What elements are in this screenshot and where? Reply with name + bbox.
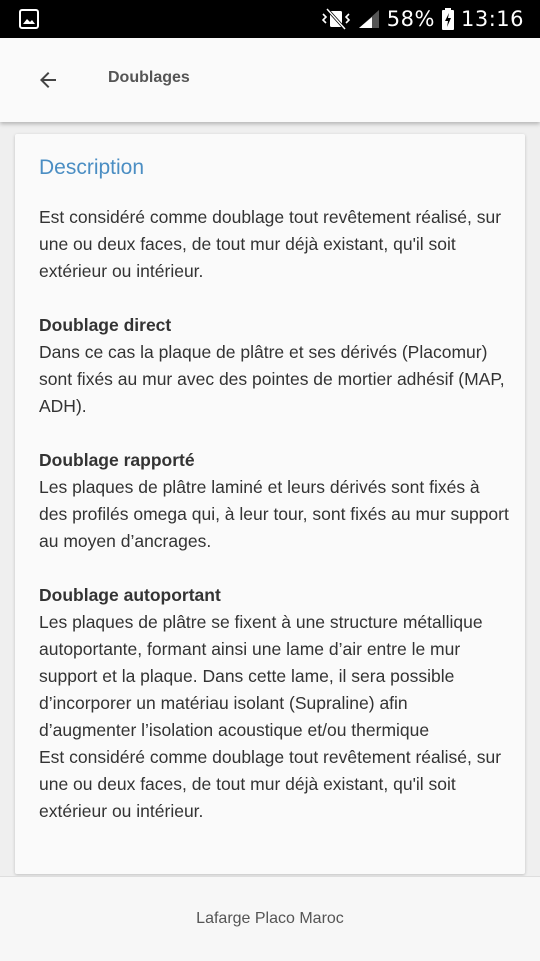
page-title: Doublages xyxy=(108,69,190,86)
arrow-back-icon xyxy=(40,72,56,88)
section-doublage-direct: Doublage direct Dans ce cas la plaque de… xyxy=(39,312,509,420)
signal-icon xyxy=(358,10,379,28)
card-title: Description xyxy=(39,156,145,179)
section-text: Dans ce cas la plaque de plâtre et ses d… xyxy=(39,342,505,416)
description-card: Description Est considéré comme doublage… xyxy=(15,134,525,874)
app-bar: Doublages xyxy=(0,38,540,122)
status-bar: 58% 13:16 xyxy=(0,0,540,38)
intro-text: Est considéré comme doublage tout revête… xyxy=(39,207,502,281)
clock: 13:16 xyxy=(460,7,524,31)
section-doublage-autoportant: Doublage autoportant Les plaques de plât… xyxy=(39,582,509,825)
section-heading: Doublage direct xyxy=(39,315,172,335)
section-doublage-rapporte: Doublage rapporté Les plaques de plâtre … xyxy=(39,447,509,555)
vibrate-icon xyxy=(321,8,350,30)
section-text: Les plaques de plâtre laminé et leurs dé… xyxy=(39,477,509,551)
image-icon xyxy=(19,9,39,29)
battery-charging-icon xyxy=(441,8,454,30)
back-button[interactable] xyxy=(28,60,68,100)
section-text-extra: Est considéré comme doublage tout revête… xyxy=(39,747,502,821)
footer-text: Lafarge Placo Maroc xyxy=(196,910,344,927)
section-heading: Doublage autoportant xyxy=(39,585,221,605)
section-text: Les plaques de plâtre se fixent à une st… xyxy=(39,612,483,740)
battery-percent: 58% xyxy=(386,7,435,31)
card-body: Est considéré comme doublage tout revête… xyxy=(39,204,509,825)
section-heading: Doublage rapporté xyxy=(39,450,195,470)
footer: Lafarge Placo Maroc xyxy=(0,876,540,961)
